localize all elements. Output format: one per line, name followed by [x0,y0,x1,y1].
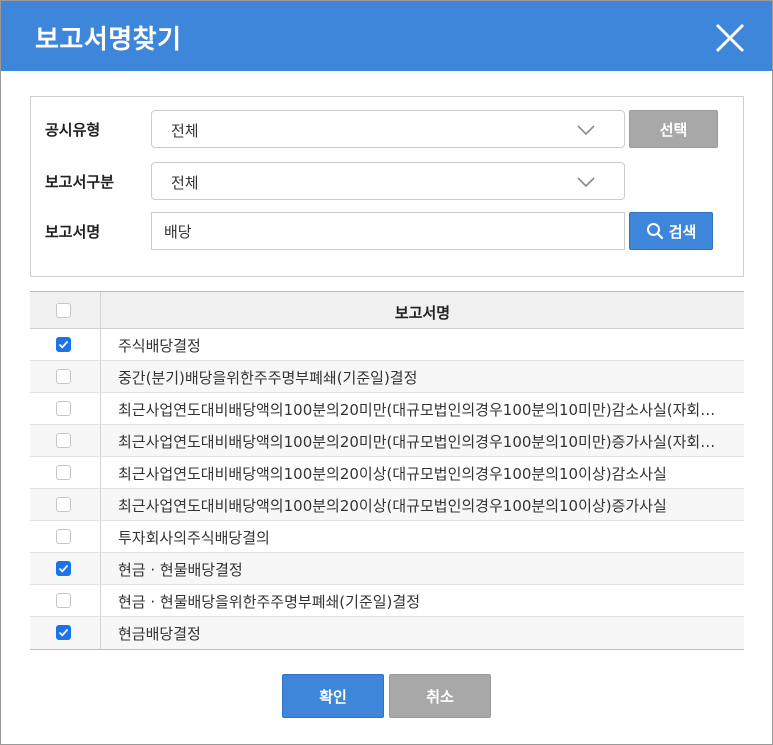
report-name-table: 보고서명 주식배당결정중간(분기)배당을위한주주명부폐쇄(기준일)결정최근사업연… [30,291,744,650]
row-checkbox[interactable] [56,561,71,576]
report-name-cell: 최근사업연도대비배당액의100분의20이상(대규모법인의경우100분의10이상)… [118,497,667,515]
row-checkbox[interactable] [56,529,71,544]
table-row[interactable]: 현금 · 현물배당결정 [30,553,744,585]
disclosure-type-value: 전체 [171,122,199,140]
report-name-cell: 최근사업연도대비배당액의100분의20미만(대규모법인의경우100분의10미만)… [118,433,720,451]
check-icon [58,564,69,573]
row-checkbox[interactable] [56,433,71,448]
report-name-cell: 최근사업연도대비배당액의100분의20이상(대규모법인의경우100분의10이상)… [118,465,667,483]
table-row[interactable]: 최근사업연도대비배당액의100분의20이상(대규모법인의경우100분의10이상)… [30,457,744,489]
disclosure-type-select[interactable]: 전체 [151,110,625,148]
table-row[interactable]: 중간(분기)배당을위한주주명부폐쇄(기준일)결정 [30,361,744,393]
column-header-report-name: 보고서명 [394,304,451,322]
row-checkbox-cell [30,617,101,649]
select-all-checkbox[interactable] [56,303,71,318]
close-icon[interactable] [713,21,747,55]
search-icon [646,223,663,240]
table-row[interactable]: 주식배당결정 [30,329,744,361]
confirm-button[interactable]: 확인 [282,674,384,718]
row-checkbox-cell [30,361,101,392]
table-row[interactable]: 현금배당결정 [30,617,744,649]
report-name-cell: 현금 · 현물배당을위한주주명부폐쇄(기준일)결정 [118,593,421,611]
row-checkbox[interactable] [56,401,71,416]
check-icon [58,340,69,349]
report-name-input[interactable] [151,212,625,250]
row-checkbox[interactable] [56,465,71,480]
row-checkbox[interactable] [56,497,71,512]
table-row[interactable]: 투자회사의주식배당결의 [30,521,744,553]
row-checkbox-cell [30,425,101,456]
dialog-header: 보고서명찾기 [1,1,772,71]
table-body: 주식배당결정중간(분기)배당을위한주주명부폐쇄(기준일)결정최근사업연도대비배당… [30,329,744,649]
report-name-search-dialog: 보고서명찾기 공시유형 전체 선택 보고서구분 전체 보고서명 배당 검색 보고… [0,0,773,745]
row-checkbox[interactable] [56,337,71,352]
row-checkbox-cell [30,457,101,488]
disclosure-type-label: 공시유형 [45,121,101,139]
row-checkbox-cell [30,489,101,520]
chevron-down-icon [577,125,595,136]
table-row[interactable]: 최근사업연도대비배당액의100분의20이상(대규모법인의경우100분의10이상)… [30,489,744,521]
chevron-down-icon [577,177,595,188]
header-checkbox-cell [30,292,101,328]
row-checkbox-cell [30,393,101,424]
report-category-value: 전체 [171,174,199,192]
table-row[interactable]: 최근사업연도대비배당액의100분의20미만(대규모법인의경우100분의10미만)… [30,393,744,425]
report-name-cell: 주식배당결정 [118,337,201,355]
report-name-cell: 현금배당결정 [118,625,201,643]
report-name-cell: 최근사업연도대비배당액의100분의20미만(대규모법인의경우100분의10미만)… [118,401,720,419]
select-button[interactable]: 선택 [629,110,718,148]
row-checkbox[interactable] [56,369,71,384]
row-checkbox-cell [30,329,101,360]
report-category-label: 보고서구분 [45,173,115,191]
table-row[interactable]: 최근사업연도대비배당액의100분의20미만(대규모법인의경우100분의10미만)… [30,425,744,457]
row-checkbox-cell [30,585,101,616]
table-row[interactable]: 현금 · 현물배당을위한주주명부폐쇄(기준일)결정 [30,585,744,617]
cancel-button[interactable]: 취소 [389,674,491,718]
row-checkbox-cell [30,521,101,552]
row-checkbox-cell [30,553,101,584]
row-checkbox[interactable] [56,625,71,640]
search-button[interactable]: 검색 [629,212,713,250]
check-icon [58,628,69,637]
table-header: 보고서명 [30,291,744,329]
dialog-title: 보고서명찾기 [35,25,182,55]
report-name-cell: 투자회사의주식배당결의 [118,529,270,547]
report-name-label: 보고서명 [45,223,101,241]
report-name-cell: 중간(분기)배당을위한주주명부폐쇄(기준일)결정 [118,369,418,387]
search-button-label: 검색 [668,222,697,241]
search-filter-panel: 공시유형 전체 선택 보고서구분 전체 보고서명 검색 [30,96,744,277]
row-checkbox[interactable] [56,593,71,608]
report-category-select[interactable]: 전체 [151,162,625,200]
report-name-cell: 현금 · 현물배당결정 [118,561,243,579]
